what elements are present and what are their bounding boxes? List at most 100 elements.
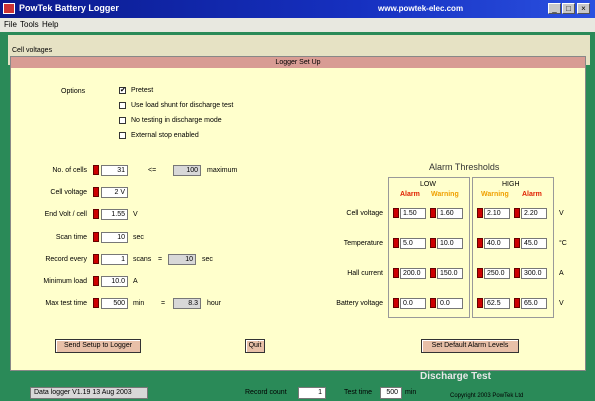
max-test-hours-unit: hour bbox=[207, 300, 222, 307]
end-volt-field[interactable]: 1.55 bbox=[101, 209, 128, 220]
alarm-thresholds-title: Alarm Thresholds bbox=[429, 162, 500, 172]
end-volt-spinner[interactable] bbox=[93, 209, 99, 219]
pretest-label: Pretest bbox=[131, 87, 154, 94]
menu-file[interactable]: File bbox=[4, 20, 17, 29]
min-load-label: Minimum load bbox=[43, 278, 87, 285]
alarm-spinner[interactable] bbox=[477, 268, 483, 278]
status-bar: Data logger V1.19 13 Aug 2003 Record cou… bbox=[0, 381, 595, 401]
alarm-spinner[interactable] bbox=[514, 238, 520, 248]
high-alarm-header: Alarm bbox=[522, 191, 542, 198]
alarm-spinner[interactable] bbox=[393, 268, 399, 278]
cell-voltage-label: Cell voltage bbox=[50, 189, 87, 196]
alarm-spinner[interactable] bbox=[393, 238, 399, 248]
graph-label: Cell voltages bbox=[12, 47, 53, 54]
alarm-spinner[interactable] bbox=[477, 298, 483, 308]
battery-voltage-high-alarm-field[interactable]: 65.0 bbox=[521, 298, 547, 309]
scan-time-field[interactable]: 10 bbox=[101, 232, 128, 243]
temperature-low-warning-field[interactable]: 10.0 bbox=[437, 238, 463, 249]
minimize-button[interactable]: _ bbox=[548, 3, 561, 14]
version-label: Data logger V1.19 13 Aug 2003 bbox=[30, 387, 148, 399]
hall-current-low-warning-field[interactable]: 150.0 bbox=[437, 268, 463, 279]
low-label: LOW bbox=[420, 181, 436, 188]
cells-spinner[interactable] bbox=[93, 165, 99, 175]
alarm-hall-current-unit: A bbox=[559, 270, 564, 277]
send-setup-button[interactable]: Send Setup to Logger bbox=[55, 339, 141, 353]
alarm-cell-voltage-label: Cell voltage bbox=[346, 210, 383, 217]
alarm-spinner[interactable] bbox=[514, 298, 520, 308]
copyright-label: Copyright 2003 PowTek Ltd bbox=[450, 393, 524, 399]
hall-current-high-alarm-field[interactable]: 300.0 bbox=[521, 268, 547, 279]
cell-voltage-low-warning-field[interactable]: 1.60 bbox=[437, 208, 463, 219]
min-load-spinner[interactable] bbox=[93, 276, 99, 286]
hall-current-low-alarm-field[interactable]: 200.0 bbox=[400, 268, 426, 279]
options-label: Options bbox=[61, 88, 86, 95]
window-title: PowTek Battery Logger bbox=[19, 3, 119, 13]
close-button[interactable]: × bbox=[577, 3, 590, 14]
temperature-high-warning-field[interactable]: 40.0 bbox=[484, 238, 510, 249]
alarm-spinner[interactable] bbox=[477, 208, 483, 218]
cell-voltage-high-warning-field[interactable]: 2.10 bbox=[484, 208, 510, 219]
app-icon bbox=[3, 3, 15, 14]
end-volt-label: End Volt / cell bbox=[44, 211, 87, 218]
scan-time-spinner[interactable] bbox=[93, 232, 99, 242]
battery-voltage-low-warning-field[interactable]: 0.0 bbox=[437, 298, 463, 309]
record-seconds-unit: sec bbox=[202, 256, 213, 263]
high-warning-header: Warning bbox=[481, 191, 509, 198]
alarm-spinner[interactable] bbox=[430, 238, 436, 248]
cell-voltage-high-alarm-field[interactable]: 2.20 bbox=[521, 208, 547, 219]
record-count-value: 1 bbox=[298, 387, 326, 399]
alarm-spinner[interactable] bbox=[430, 268, 436, 278]
no-testing-checkbox[interactable] bbox=[119, 117, 126, 124]
record-every-spinner[interactable] bbox=[93, 254, 99, 264]
max-cells-field: 100 bbox=[173, 165, 201, 176]
menu-bar: File Tools Help bbox=[0, 18, 595, 32]
maximize-button[interactable]: □ bbox=[562, 3, 575, 14]
alarm-cell-voltage-unit: V bbox=[559, 210, 564, 217]
record-every-label: Record every bbox=[45, 256, 87, 263]
set-default-alarm-button[interactable]: Set Default Alarm Levels bbox=[421, 339, 519, 353]
pretest-checkbox[interactable]: ✔ bbox=[119, 87, 126, 94]
low-alarm-header: Alarm bbox=[400, 191, 420, 198]
record-every-unit: scans bbox=[133, 256, 152, 263]
cell-voltage-field[interactable]: 2 V bbox=[101, 187, 128, 198]
temperature-high-alarm-field[interactable]: 45.0 bbox=[521, 238, 547, 249]
cell-voltage-spinner[interactable] bbox=[93, 187, 99, 197]
cells-le: <= bbox=[148, 167, 157, 174]
max-cells-label: maximum bbox=[207, 167, 238, 174]
alarm-spinner[interactable] bbox=[430, 298, 436, 308]
alarm-spinner[interactable] bbox=[477, 238, 483, 248]
min-load-field[interactable]: 10.0 bbox=[101, 276, 128, 287]
low-warning-header: Warning bbox=[431, 191, 459, 198]
menu-tools[interactable]: Tools bbox=[20, 20, 39, 29]
record-every-field[interactable]: 1 bbox=[101, 254, 128, 265]
alarm-hall-current-label: Hall current bbox=[347, 270, 383, 277]
load-shunt-checkbox[interactable] bbox=[119, 102, 126, 109]
cells-field[interactable]: 31 bbox=[101, 165, 128, 176]
alarm-spinner[interactable] bbox=[514, 268, 520, 278]
alarm-temperature-unit: °C bbox=[559, 240, 567, 247]
min-load-unit: A bbox=[133, 278, 138, 285]
record-count-label: Record count bbox=[245, 389, 287, 396]
discharge-test-label: Discharge Test bbox=[420, 371, 491, 381]
cell-voltage-low-alarm-field[interactable]: 1.50 bbox=[400, 208, 426, 219]
record-seconds-field: 10 bbox=[168, 254, 196, 265]
max-test-spinner[interactable] bbox=[93, 298, 99, 308]
alarm-spinner[interactable] bbox=[514, 208, 520, 218]
logger-setup-dialog: Logger Set Up Options ✔ Pretest Use load… bbox=[10, 56, 586, 371]
battery-voltage-high-warning-field[interactable]: 62.5 bbox=[484, 298, 510, 309]
battery-voltage-low-alarm-field[interactable]: 0.0 bbox=[400, 298, 426, 309]
record-every-eq: = bbox=[158, 256, 163, 263]
temperature-low-alarm-field[interactable]: 5.0 bbox=[400, 238, 426, 249]
no-testing-label: No testing in discharge mode bbox=[131, 117, 222, 124]
quit-button[interactable]: Quit bbox=[245, 339, 265, 353]
alarm-spinner[interactable] bbox=[430, 208, 436, 218]
hall-current-high-warning-field[interactable]: 250.0 bbox=[484, 268, 510, 279]
max-test-field[interactable]: 500 bbox=[101, 298, 128, 309]
alarm-spinner[interactable] bbox=[393, 298, 399, 308]
menu-help[interactable]: Help bbox=[42, 20, 58, 29]
external-stop-checkbox[interactable] bbox=[119, 132, 126, 139]
end-volt-unit: V bbox=[133, 211, 138, 218]
max-test-eq: = bbox=[161, 300, 166, 307]
alarm-spinner[interactable] bbox=[393, 208, 399, 218]
website-label: www.powtek-elec.com bbox=[378, 4, 464, 13]
